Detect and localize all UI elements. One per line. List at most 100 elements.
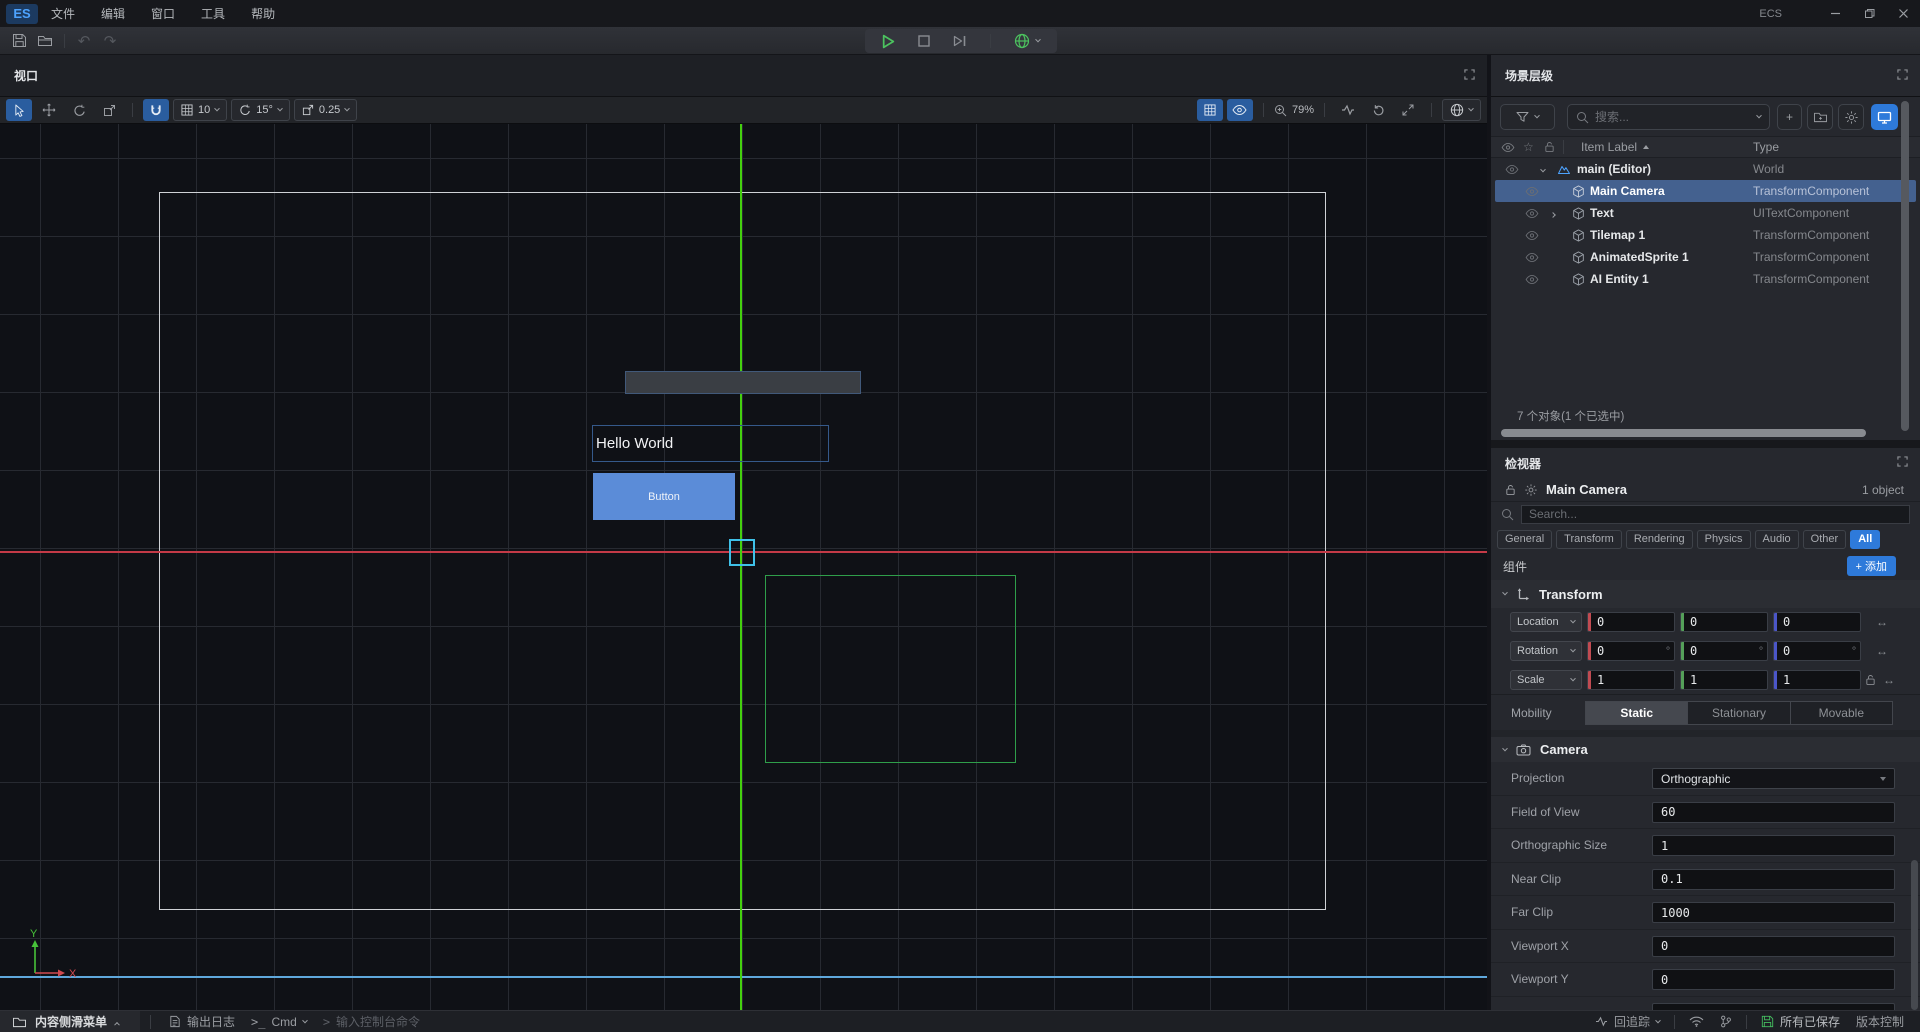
- menu-tools[interactable]: 工具: [188, 0, 238, 27]
- hierarchy-row-ai-entity[interactable]: AI Entity 1 TransformComponent: [1491, 268, 1920, 290]
- inspector-vertical-scrollbar[interactable]: [1911, 860, 1918, 1010]
- viewport-x-field[interactable]: 0: [1652, 936, 1895, 957]
- menu-window[interactable]: 窗口: [138, 0, 188, 27]
- add-component-button[interactable]: + 添加: [1847, 556, 1896, 576]
- scale-lock-icon[interactable]: [1865, 670, 1876, 690]
- reset-view-button[interactable]: [1365, 99, 1391, 121]
- scale-tool-button[interactable]: [96, 99, 122, 121]
- output-log-button[interactable]: 输出日志: [161, 1013, 243, 1030]
- eye-icon[interactable]: [1525, 253, 1539, 262]
- add-folder-button[interactable]: [1807, 104, 1833, 130]
- mobility-static-option[interactable]: Static: [1586, 702, 1688, 724]
- hierarchy-row-text[interactable]: Text UITextComponent: [1491, 202, 1920, 224]
- content-drawer-button[interactable]: 内容侧滑菜单: [0, 1011, 140, 1032]
- stats-button[interactable]: [1335, 99, 1361, 121]
- tab-general[interactable]: General: [1497, 530, 1552, 549]
- camera-section-header[interactable]: Camera: [1491, 737, 1920, 762]
- minimize-button[interactable]: [1818, 0, 1852, 27]
- rotation-link-icon[interactable]: ↔: [1876, 641, 1888, 661]
- grid-snap-dropdown[interactable]: 10: [173, 99, 227, 121]
- scale-axis-dropdown[interactable]: Scale: [1510, 670, 1582, 690]
- menu-edit[interactable]: 编辑: [88, 0, 138, 27]
- select-tool-button[interactable]: [6, 99, 32, 121]
- rotate-tool-button[interactable]: [66, 99, 92, 121]
- hierarchy-row-animatedsprite[interactable]: AnimatedSprite 1 TransformComponent: [1491, 246, 1920, 268]
- scene-panel-object[interactable]: [625, 371, 861, 394]
- rotation-z-field[interactable]: 0°: [1773, 641, 1861, 661]
- stop-button[interactable]: [911, 30, 937, 52]
- viewport-y-field[interactable]: 0: [1652, 969, 1895, 990]
- filter-dropdown-button[interactable]: [1500, 104, 1555, 130]
- rotation-x-field[interactable]: 0°: [1587, 641, 1675, 661]
- hierarchy-horizontal-scrollbar[interactable]: [1501, 429, 1866, 437]
- eye-icon[interactable]: [1525, 209, 1539, 218]
- scale-link-icon[interactable]: ↔: [1883, 670, 1895, 690]
- open-folder-icon[interactable]: [32, 30, 58, 52]
- source-control-branch-icon[interactable]: [1712, 1015, 1740, 1028]
- network-status-icon[interactable]: [1681, 1016, 1712, 1027]
- hierarchy-row-main[interactable]: main (Editor) World: [1491, 158, 1920, 180]
- redo-icon[interactable]: ↷: [97, 30, 123, 52]
- orthographic-size-field[interactable]: 1: [1652, 835, 1895, 856]
- far-clip-field[interactable]: 1000: [1652, 902, 1895, 923]
- transform-section-header[interactable]: Transform: [1491, 580, 1920, 608]
- location-x-field[interactable]: 0: [1587, 612, 1675, 632]
- add-entity-button[interactable]: +: [1777, 104, 1802, 130]
- projection-dropdown[interactable]: Orthographic: [1652, 768, 1895, 789]
- item-label-column[interactable]: Item Label: [1581, 140, 1649, 154]
- tab-audio[interactable]: Audio: [1755, 530, 1799, 549]
- grid-toggle-button[interactable]: [1197, 99, 1223, 121]
- hierarchy-vertical-scrollbar[interactable]: [1901, 101, 1909, 431]
- location-link-icon[interactable]: ↔: [1876, 612, 1888, 632]
- field-of-view-field[interactable]: 60: [1652, 802, 1895, 823]
- scene-green-outline-object[interactable]: [765, 575, 1016, 763]
- save-status[interactable]: 所有已保存: [1753, 1013, 1848, 1030]
- eye-icon[interactable]: [1525, 187, 1539, 196]
- viewport-expand-icon[interactable]: [1464, 69, 1475, 80]
- tab-transform[interactable]: Transform: [1556, 530, 1622, 549]
- hierarchy-settings-button[interactable]: [1838, 104, 1864, 130]
- tab-rendering[interactable]: Rendering: [1626, 530, 1693, 549]
- close-button[interactable]: [1886, 0, 1920, 27]
- snap-toggle-button[interactable]: [143, 99, 169, 121]
- clipped-input[interactable]: [1652, 1003, 1895, 1011]
- eye-icon[interactable]: [1505, 165, 1519, 174]
- hierarchy-row-main-camera[interactable]: Main Camera TransformComponent: [1495, 180, 1916, 202]
- tab-other[interactable]: Other: [1803, 530, 1847, 549]
- mobility-stationary-option[interactable]: Stationary: [1688, 702, 1790, 724]
- step-button[interactable]: [947, 30, 973, 52]
- eye-icon[interactable]: [1525, 275, 1539, 284]
- scale-snap-dropdown[interactable]: 0.25: [294, 99, 357, 121]
- scene-text-object[interactable]: Hello World: [592, 425, 829, 462]
- move-tool-button[interactable]: [36, 99, 62, 121]
- mobility-movable-option[interactable]: Movable: [1791, 702, 1892, 724]
- rotation-snap-dropdown[interactable]: 15°: [231, 99, 290, 121]
- scale-x-field[interactable]: 1: [1587, 670, 1675, 690]
- lock-column-icon[interactable]: [1544, 141, 1555, 153]
- scene-canvas[interactable]: Hello World Button Y X: [0, 124, 1487, 1010]
- maximize-button[interactable]: [1852, 0, 1886, 27]
- location-axis-dropdown[interactable]: Location: [1510, 612, 1582, 632]
- inspector-search-input[interactable]: [1529, 507, 1902, 521]
- menu-file[interactable]: 文件: [38, 0, 88, 27]
- zoom-control[interactable]: 79%: [1274, 99, 1314, 121]
- tab-all[interactable]: All: [1850, 530, 1880, 549]
- visibility-toggle-button[interactable]: [1227, 99, 1253, 121]
- eye-icon[interactable]: [1525, 231, 1539, 240]
- location-z-field[interactable]: 0: [1773, 612, 1861, 632]
- world-dropdown[interactable]: [1442, 99, 1481, 121]
- rotation-axis-dropdown[interactable]: Rotation: [1510, 641, 1582, 661]
- visibility-column-icon[interactable]: [1501, 143, 1515, 152]
- hierarchy-expand-icon[interactable]: [1897, 69, 1908, 80]
- scene-button-object[interactable]: Button: [593, 473, 735, 520]
- selection-gizmo-box[interactable]: [729, 539, 755, 566]
- fullscreen-button[interactable]: [1395, 99, 1421, 121]
- near-clip-field[interactable]: 0.1: [1652, 869, 1895, 890]
- save-icon[interactable]: [6, 30, 32, 52]
- inspector-expand-icon[interactable]: [1897, 456, 1908, 467]
- trace-dropdown[interactable]: 回追踪: [1587, 1013, 1668, 1030]
- scale-z-field[interactable]: 1: [1773, 670, 1861, 690]
- gear-icon[interactable]: [1524, 483, 1538, 497]
- console-command-input[interactable]: > 输入控制台命令: [315, 1013, 428, 1030]
- hierarchy-row-tilemap[interactable]: Tilemap 1 TransformComponent: [1491, 224, 1920, 246]
